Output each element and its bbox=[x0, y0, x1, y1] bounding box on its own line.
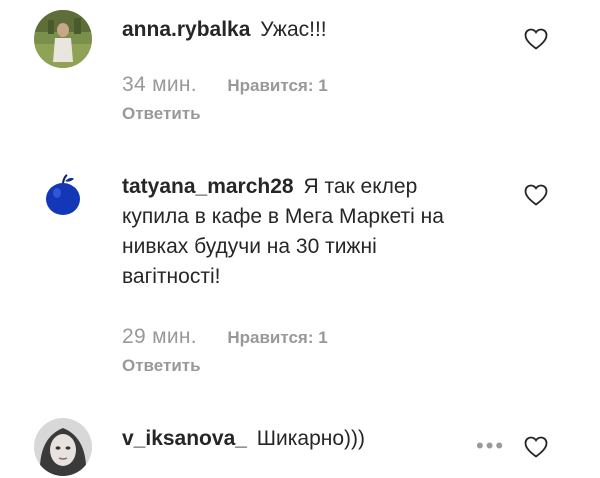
profile-photo-icon bbox=[34, 10, 92, 68]
comment-username[interactable]: v_iksanova_ bbox=[122, 427, 247, 450]
comment-body: anna.rybalka Ужас!!! bbox=[122, 15, 472, 45]
comment-body: v_iksanova_ Шикарно))) bbox=[122, 424, 472, 454]
reply-button[interactable]: Ответить bbox=[122, 356, 201, 376]
heart-outline-icon[interactable] bbox=[524, 28, 548, 50]
comment-time[interactable]: 29 мин. bbox=[122, 325, 197, 349]
avatar[interactable] bbox=[34, 166, 92, 224]
comment-meta: 29 мин. Нравится: 1 bbox=[122, 325, 328, 349]
comment-username[interactable]: tatyana_march28 bbox=[122, 175, 294, 198]
profile-photo-icon bbox=[34, 418, 92, 476]
comment-likes[interactable]: Нравится: 1 bbox=[227, 328, 327, 348]
comment-text: Шикарно))) bbox=[256, 427, 366, 450]
more-options-icon[interactable]: ••• bbox=[476, 435, 505, 457]
avatar[interactable] bbox=[34, 10, 92, 68]
profile-photo-icon bbox=[34, 166, 92, 224]
avatar[interactable] bbox=[34, 418, 92, 476]
comment-text: Ужас!!! bbox=[260, 18, 327, 41]
reply-button[interactable]: Ответить bbox=[122, 104, 201, 124]
comment-username[interactable]: anna.rybalka bbox=[122, 18, 250, 41]
heart-outline-icon[interactable] bbox=[524, 184, 548, 206]
comment-likes[interactable]: Нравится: 1 bbox=[227, 76, 327, 96]
comment-meta: 34 мин. Нравится: 1 bbox=[122, 73, 328, 97]
heart-outline-icon[interactable] bbox=[524, 436, 548, 458]
comment-time[interactable]: 34 мин. bbox=[122, 73, 197, 97]
comment-body: tatyana_march28 Я так еклер купила в каф… bbox=[122, 172, 472, 292]
